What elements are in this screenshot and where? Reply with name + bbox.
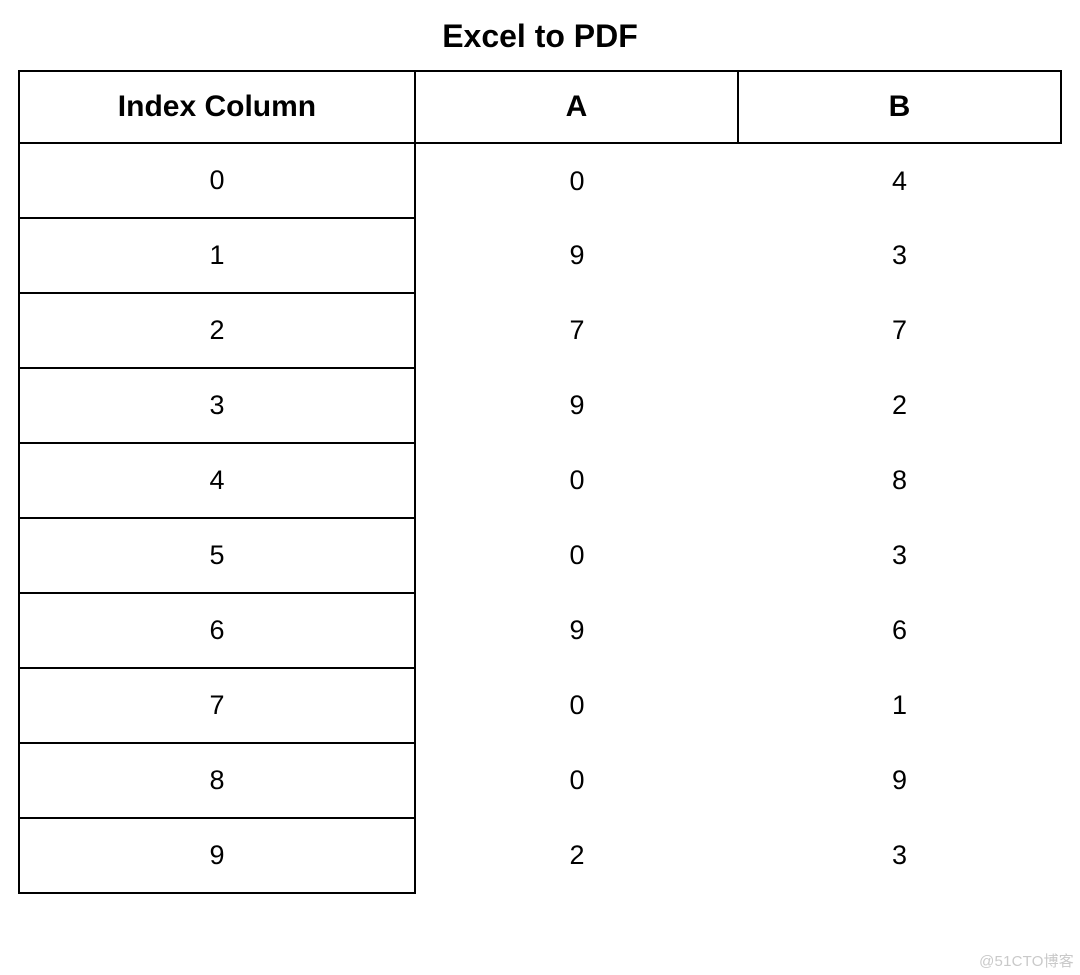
cell-a: 9 — [415, 218, 738, 293]
cell-a: 0 — [415, 443, 738, 518]
cell-a: 9 — [415, 368, 738, 443]
table-row: 809 — [19, 743, 1061, 818]
table-row: 696 — [19, 593, 1061, 668]
cell-index: 2 — [19, 293, 415, 368]
cell-index: 0 — [19, 143, 415, 218]
table-row: 408 — [19, 443, 1061, 518]
cell-b: 6 — [738, 593, 1061, 668]
cell-a: 7 — [415, 293, 738, 368]
cell-b: 3 — [738, 218, 1061, 293]
cell-a: 0 — [415, 668, 738, 743]
cell-b: 9 — [738, 743, 1061, 818]
cell-index: 5 — [19, 518, 415, 593]
cell-a: 0 — [415, 143, 738, 218]
cell-index: 7 — [19, 668, 415, 743]
cell-index: 3 — [19, 368, 415, 443]
watermark: @51CTO博客 — [979, 950, 1074, 971]
cell-index: 4 — [19, 443, 415, 518]
table-row: 701 — [19, 668, 1061, 743]
cell-a: 0 — [415, 743, 738, 818]
table-row: 503 — [19, 518, 1061, 593]
cell-b: 4 — [738, 143, 1061, 218]
table-row: 923 — [19, 818, 1061, 893]
cell-b: 1 — [738, 668, 1061, 743]
table-header-row: Index Column A B — [19, 71, 1061, 143]
table-row: 193 — [19, 218, 1061, 293]
cell-a: 0 — [415, 518, 738, 593]
table-row: 277 — [19, 293, 1061, 368]
cell-b: 2 — [738, 368, 1061, 443]
cell-a: 9 — [415, 593, 738, 668]
table-container: Index Column A B 00419327739240850369670… — [18, 70, 1062, 894]
cell-b: 3 — [738, 518, 1061, 593]
cell-b: 8 — [738, 443, 1061, 518]
table-body: 004193277392408503696701809923 — [19, 143, 1061, 893]
cell-index: 6 — [19, 593, 415, 668]
cell-a: 2 — [415, 818, 738, 893]
data-table: Index Column A B 00419327739240850369670… — [18, 70, 1062, 894]
cell-b: 7 — [738, 293, 1061, 368]
cell-index: 9 — [19, 818, 415, 893]
page-title: Excel to PDF — [0, 18, 1080, 55]
header-b: B — [738, 71, 1061, 143]
cell-b: 3 — [738, 818, 1061, 893]
table-row: 004 — [19, 143, 1061, 218]
table-row: 392 — [19, 368, 1061, 443]
cell-index: 1 — [19, 218, 415, 293]
header-a: A — [415, 71, 738, 143]
cell-index: 8 — [19, 743, 415, 818]
header-index-column: Index Column — [19, 71, 415, 143]
